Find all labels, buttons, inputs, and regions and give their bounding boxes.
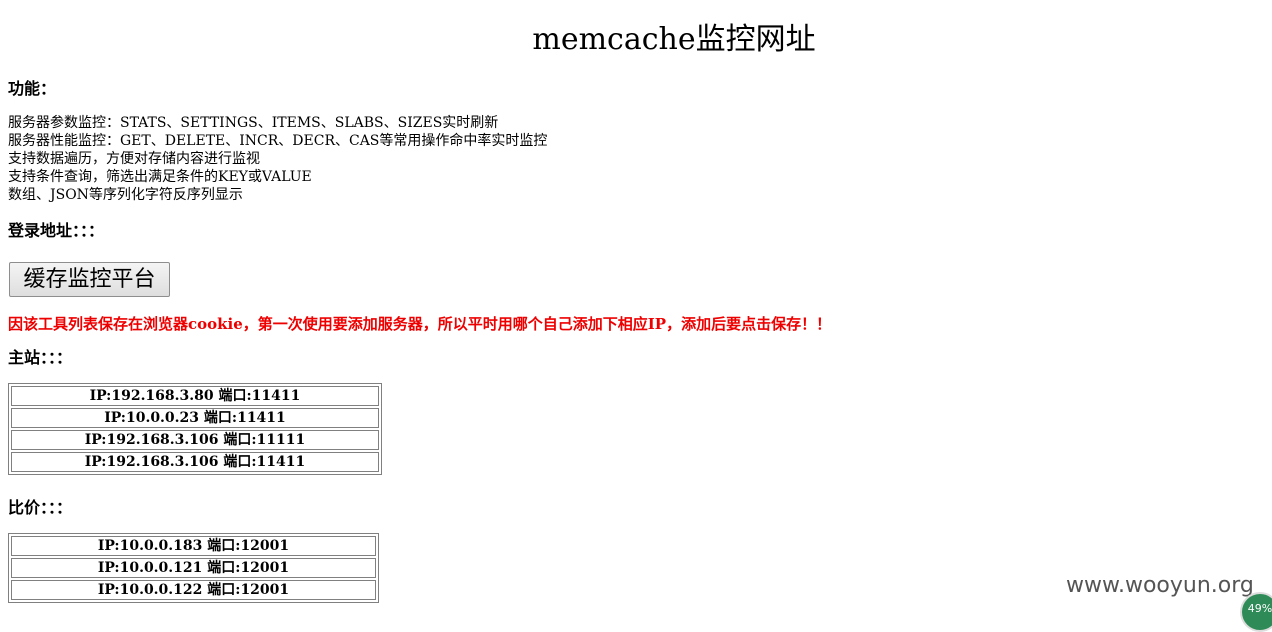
feature-item: 数组、JSON等序列化字符反序列显示	[8, 187, 243, 203]
feature-item: 服务器参数监控：STATS、SETTINGS、ITEMS、SLABS、SIZES…	[8, 115, 499, 131]
server-row: IP:10.0.0.121 端口:12001	[11, 558, 376, 578]
server-link[interactable]: IP:10.0.0.121 端口:12001	[98, 560, 289, 576]
server-row: IP:192.168.3.106 端口:11111	[11, 430, 379, 450]
main-site-server-table: IP:192.168.3.80 端口:11411 IP:10.0.0.23 端口…	[8, 383, 382, 475]
server-link[interactable]: IP:10.0.0.23 端口:11411	[104, 410, 286, 426]
page-title: memcache监控网址	[532, 22, 816, 57]
server-link[interactable]: IP:10.0.0.122 端口:12001	[98, 582, 289, 598]
server-link[interactable]: IP:192.168.3.106 端口:11111	[85, 432, 306, 448]
server-row: IP:192.168.3.106 端口:11411	[11, 452, 379, 472]
cache-monitor-button[interactable]: 缓存监控平台	[9, 262, 170, 297]
server-row: IP:192.168.3.80 端口:11411	[11, 386, 379, 406]
server-row: IP:10.0.0.183 端口:12001	[11, 536, 376, 556]
feature-item: 服务器性能监控：GET、DELETE、INCR、DECR、CAS等常用操作命中率…	[8, 133, 548, 149]
server-link[interactable]: IP:10.0.0.183 端口:12001	[98, 538, 289, 554]
price-compare-server-table: IP:10.0.0.183 端口:12001 IP:10.0.0.121 端口:…	[8, 533, 379, 603]
features-heading: 功能：	[8, 79, 57, 98]
server-link[interactable]: IP:192.168.3.106 端口:11411	[85, 454, 306, 470]
server-row: IP:10.0.0.122 端口:12001	[11, 580, 376, 600]
login-heading: 登录地址：：：	[8, 221, 105, 240]
watermark: www.wooyun.org	[1066, 573, 1254, 598]
server-row: IP:10.0.0.23 端口:11411	[11, 408, 379, 428]
main-site-heading: 主站：：：	[8, 348, 73, 367]
price-compare-heading: 比价：：：	[8, 498, 73, 517]
feature-item: 支持条件查询，筛选出满足条件的KEY或VALUE	[8, 169, 312, 185]
feature-list: 服务器参数监控：STATS、SETTINGS、ITEMS、SLABS、SIZES…	[8, 114, 547, 204]
progress-badge: 49%	[1240, 592, 1272, 632]
cookie-warning: 因该工具列表保存在浏览器cookie，第一次使用要添加服务器，所以平时用哪个自己…	[8, 315, 832, 333]
feature-item: 支持数据遍历，方便对存储内容进行监视	[8, 151, 260, 167]
server-link[interactable]: IP:192.168.3.80 端口:11411	[90, 388, 301, 404]
